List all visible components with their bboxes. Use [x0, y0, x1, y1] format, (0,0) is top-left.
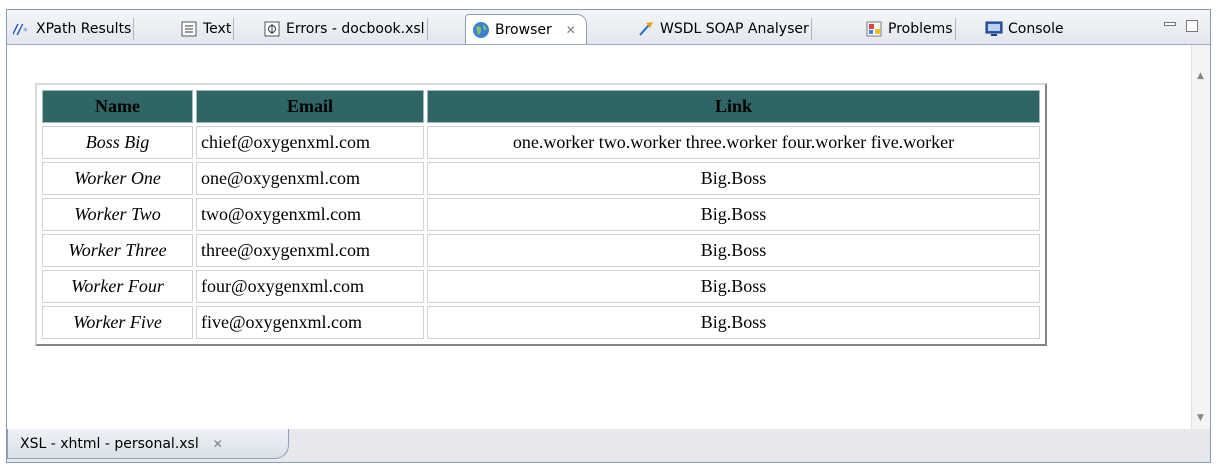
text-icon [180, 20, 198, 38]
tab-label: Errors - docbook.xsl [286, 21, 425, 37]
tab-xsl-xhtml-personal[interactable]: XSL - xhtml - personal.xsl ✕ [7, 429, 289, 459]
maximize-icon[interactable] [1186, 20, 1198, 32]
tab-label: WSDL SOAP Analyser [660, 21, 809, 37]
console-icon [985, 20, 1003, 38]
tab-label: Browser [495, 21, 552, 38]
tab-errors-docbook[interactable]: Errors - docbook.xsl [263, 16, 428, 42]
personnel-table: Name Email Link Boss Big chief@oxygenxml… [39, 87, 1043, 342]
table-row: Worker One one@oxygenxml.com Big.Boss [42, 162, 1040, 195]
cell-name: Worker Two [42, 198, 193, 231]
tab-label: Console [1008, 21, 1064, 37]
tab-label: Text [203, 21, 232, 37]
tab-label: Problems [888, 21, 953, 37]
personnel-table-frame: Name Email Link Boss Big chief@oxygenxml… [35, 83, 1047, 346]
close-icon[interactable]: ✕ [213, 437, 223, 451]
tab-wsdl-soap-analyser[interactable]: WSDL SOAP Analyser [637, 16, 812, 42]
svg-text:*: * [23, 27, 28, 36]
view-window-controls [1164, 20, 1198, 32]
browser-content: Name Email Link Boss Big chief@oxygenxml… [7, 45, 1210, 430]
view-tab-strip: //* XPath Results Text Errors - docbook.… [7, 10, 1210, 45]
cell-name: Worker One [42, 162, 193, 195]
cell-link: Big.Boss [427, 270, 1040, 303]
cell-link: Big.Boss [427, 162, 1040, 195]
table-row: Worker Five five@oxygenxml.com Big.Boss [42, 306, 1040, 339]
cell-email: chief@oxygenxml.com [196, 126, 424, 159]
cell-email: four@oxygenxml.com [196, 270, 424, 303]
scroll-up-icon[interactable]: ▲ [1197, 71, 1204, 81]
cell-email: five@oxygenxml.com [196, 306, 424, 339]
tab-label: XSL - xhtml - personal.xsl [20, 435, 199, 452]
table-header-row: Name Email Link [42, 90, 1040, 123]
table-row: Worker Two two@oxygenxml.com Big.Boss [42, 198, 1040, 231]
globe-icon [472, 21, 490, 39]
tab-text[interactable]: Text [180, 16, 235, 42]
cell-name: Boss Big [42, 126, 193, 159]
cell-name: Worker Five [42, 306, 193, 339]
cell-link: Big.Boss [427, 198, 1040, 231]
column-header-email: Email [196, 90, 424, 123]
close-icon[interactable]: ✕ [566, 23, 576, 37]
xpath-icon: //* [13, 20, 31, 38]
table-row: Boss Big chief@oxygenxml.com one.worker … [42, 126, 1040, 159]
table-row: Worker Four four@oxygenxml.com Big.Boss [42, 270, 1040, 303]
tab-console[interactable]: Console [985, 16, 1064, 42]
cell-link: Big.Boss [427, 306, 1040, 339]
cell-email: three@oxygenxml.com [196, 234, 424, 267]
tab-problems[interactable]: Problems [865, 16, 956, 42]
cell-email: one@oxygenxml.com [196, 162, 424, 195]
vertical-scrollbar[interactable]: ▲ ▼ [1191, 45, 1210, 429]
column-header-link: Link [427, 90, 1040, 123]
tab-label: XPath Results [36, 21, 132, 37]
minimize-icon[interactable] [1164, 22, 1176, 26]
cell-name: Worker Four [42, 270, 193, 303]
tab-browser[interactable]: Browser ✕ [465, 14, 587, 44]
tab-xpath-results[interactable]: //* XPath Results [13, 16, 135, 42]
cell-link: Big.Boss [427, 234, 1040, 267]
cell-link: one.worker two.worker three.worker four.… [427, 126, 1040, 159]
table-row: Worker Three three@oxygenxml.com Big.Bos… [42, 234, 1040, 267]
wsdl-icon [637, 20, 655, 38]
cell-email: two@oxygenxml.com [196, 198, 424, 231]
cell-name: Worker Three [42, 234, 193, 267]
editor-tab-strip: XSL - xhtml - personal.xsl ✕ [7, 429, 1210, 462]
problems-icon [865, 20, 883, 38]
view-frame: //* XPath Results Text Errors - docbook.… [6, 9, 1211, 463]
scroll-down-icon[interactable]: ▼ [1197, 413, 1204, 423]
errors-icon [263, 20, 281, 38]
column-header-name: Name [42, 90, 193, 123]
